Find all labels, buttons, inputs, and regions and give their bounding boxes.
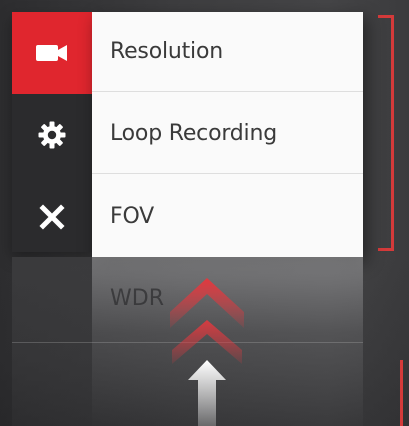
camera-icon [36,45,67,61]
swipe-up-arrows-icon [170,278,244,426]
sidebar-item-camera[interactable] [12,12,92,94]
menu-item-fov[interactable]: FOV [92,176,363,257]
menu-item-label: Loop Recording [110,121,277,146]
highlight-bracket [378,15,394,251]
sidebar [12,12,92,252]
close-icon [39,204,65,230]
menu-item-label: Resolution [110,39,223,64]
menu-item-wdr-reflection: WDR [110,286,164,311]
sidebar-item-settings[interactable] [12,94,92,176]
settings-menu: Resolution Loop Recording FOV [92,12,363,257]
gear-icon [38,121,66,149]
menu-item-label: FOV [110,204,155,229]
menu-item-loop-recording[interactable]: Loop Recording [92,94,363,174]
sidebar-item-close[interactable] [12,176,92,258]
highlight-bracket-tail [400,360,403,426]
menu-item-resolution[interactable]: Resolution [92,12,363,92]
